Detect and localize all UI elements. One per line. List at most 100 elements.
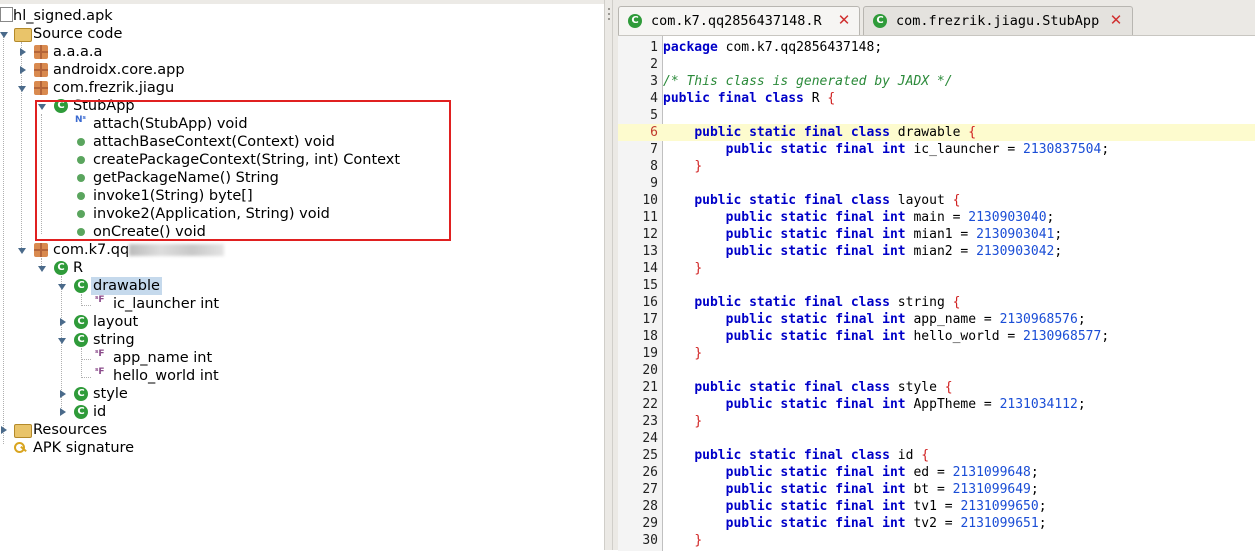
project-tree[interactable]: hl_signed.apk Source code a.a.a.a androi…	[0, 0, 604, 550]
close-icon[interactable]: ✕	[1109, 13, 1123, 28]
line-number: 23	[642, 414, 658, 429]
expand-toggle-icon[interactable]	[58, 283, 66, 291]
code-line[interactable]: 14 }	[618, 260, 1255, 277]
code-line[interactable]: 5	[618, 107, 1255, 124]
close-icon[interactable]: ✕	[837, 13, 851, 28]
line-number: 16	[642, 295, 658, 310]
code-line[interactable]: 9	[618, 175, 1255, 192]
code-text: public static final class layout {	[663, 192, 960, 209]
tree-node-label: app_name int	[113, 350, 213, 366]
code-token: ;	[1054, 244, 1063, 259]
line-number: 10	[642, 193, 658, 208]
code-text: public static final int main = 213090304…	[663, 209, 1055, 226]
code-line[interactable]: 10 public static final class layout {	[618, 192, 1255, 209]
code-token: ;	[1077, 397, 1086, 412]
code-token: bt =	[905, 482, 953, 497]
code-line[interactable]: 23 }	[618, 413, 1255, 430]
tree-node-label: com.k7.qq	[53, 242, 130, 258]
code-text: public static final int ic_launcher = 21…	[663, 141, 1110, 158]
line-number: 15	[642, 278, 658, 293]
folder-icon	[14, 28, 32, 42]
code-keyword: public static final class	[694, 295, 890, 310]
expand-toggle-icon[interactable]	[19, 66, 27, 74]
code-keyword: public static final int	[725, 210, 906, 225]
expand-toggle-icon[interactable]	[0, 31, 8, 39]
code-token: style	[889, 380, 945, 395]
code-line[interactable]: 25 public static final class id {	[618, 447, 1255, 464]
code-line[interactable]: 8 }	[618, 158, 1255, 175]
code-line[interactable]: 18 public static final int hello_world =…	[618, 328, 1255, 345]
tree-node-label: APK signature	[33, 440, 135, 456]
code-line[interactable]: 28 public static final int tv1 = 2131099…	[618, 498, 1255, 515]
expand-toggle-icon[interactable]	[0, 426, 8, 434]
code-token: app_name =	[905, 312, 1000, 327]
code-text: public static final class drawable {	[663, 124, 976, 141]
code-line[interactable]: 2	[618, 56, 1255, 73]
expand-toggle-icon[interactable]	[18, 85, 26, 93]
static-final-field-icon: ˢF	[95, 295, 105, 305]
expand-toggle-icon[interactable]	[59, 408, 67, 416]
code-brace: {	[827, 91, 836, 106]
code-token: string	[889, 295, 953, 310]
code-token: ed =	[905, 465, 953, 480]
tree-node-label: com.frezrik.jiagu	[53, 80, 175, 96]
tree-node-label: style	[93, 386, 128, 402]
code-line[interactable]: 1 package com.k7.qq2856437148;	[618, 39, 1255, 56]
tree-top-toolbar	[0, 0, 604, 4]
line-number: 20	[642, 363, 658, 378]
tab-r-class[interactable]: C com.k7.qq2856437148.R ✕	[618, 6, 860, 35]
expand-toggle-icon[interactable]	[59, 390, 67, 398]
code-number: 2130968577	[1023, 329, 1102, 344]
code-line[interactable]: 22 public static final int AppTheme = 21…	[618, 396, 1255, 413]
code-line[interactable]: 17 public static final int app_name = 21…	[618, 311, 1255, 328]
code-number: 2131099651	[960, 516, 1039, 531]
tab-stubapp[interactable]: C com.frezrik.jiagu.StubApp ✕	[863, 6, 1133, 35]
code-token: drawable	[889, 125, 969, 140]
code-token: ;	[1101, 329, 1110, 344]
tree-node-label: Source code	[33, 26, 123, 42]
code-number: 2131099650	[960, 499, 1039, 514]
code-brace: {	[968, 125, 977, 140]
tree-node-label: a.a.a.a	[53, 44, 103, 60]
expand-toggle-icon[interactable]	[19, 48, 27, 56]
code-line[interactable]: 21 public static final class style {	[618, 379, 1255, 396]
code-keyword: public static final int	[725, 499, 906, 514]
code-comment: /* This class is generated by JADX */	[663, 74, 953, 89]
code-line[interactable]: 13 public static final int mian2 = 21309…	[618, 243, 1255, 260]
expand-toggle-icon[interactable]	[38, 265, 46, 273]
code-line[interactable]: 16 public static final class string {	[618, 294, 1255, 311]
code-token: ;	[1038, 499, 1047, 514]
code-token: AppTheme =	[905, 397, 1000, 412]
tab-label: com.k7.qq2856437148.R	[651, 13, 822, 29]
tree-node-label: ic_launcher int	[113, 296, 220, 312]
expand-toggle-icon[interactable]	[58, 337, 66, 345]
code-line[interactable]: 30 }	[618, 532, 1255, 549]
code-brace: }	[694, 261, 703, 276]
code-line[interactable]: 7 public static final int ic_launcher = …	[618, 141, 1255, 158]
line-number: 5	[650, 108, 658, 123]
code-line[interactable]: 19 }	[618, 345, 1255, 362]
code-line[interactable]: 27 public static final int bt = 21310996…	[618, 481, 1255, 498]
code-line[interactable]: 15	[618, 277, 1255, 294]
expand-toggle-icon[interactable]	[18, 247, 26, 255]
panel-splitter[interactable]	[604, 0, 613, 550]
code-line[interactable]: 24	[618, 430, 1255, 447]
code-token: id	[889, 448, 922, 463]
code-editor[interactable]: 1 package com.k7.qq2856437148; 2 3/* This c…	[618, 35, 1255, 551]
code-keyword: public static final int	[725, 244, 906, 259]
class-icon: C	[74, 279, 88, 293]
line-number: 12	[642, 227, 658, 242]
expand-toggle-icon[interactable]	[59, 318, 67, 326]
code-line[interactable]: 29 public static final int tv2 = 2131099…	[618, 515, 1255, 532]
code-number: 2131034112	[999, 397, 1078, 412]
code-line[interactable]: 11 public static final int main = 213090…	[618, 209, 1255, 226]
line-number: 26	[642, 465, 658, 480]
code-line[interactable]: 3 /* This class is generated by JADX */	[618, 73, 1255, 90]
code-line[interactable]: 12 public static final int mian1 = 21309…	[618, 226, 1255, 243]
code-line[interactable]: 6 public static final class drawable {	[618, 124, 1255, 141]
code-line[interactable]: 4 public final class R {	[618, 90, 1255, 107]
code-line[interactable]: 26 public static final int ed = 21310996…	[618, 464, 1255, 481]
code-line[interactable]: 20	[618, 362, 1255, 379]
